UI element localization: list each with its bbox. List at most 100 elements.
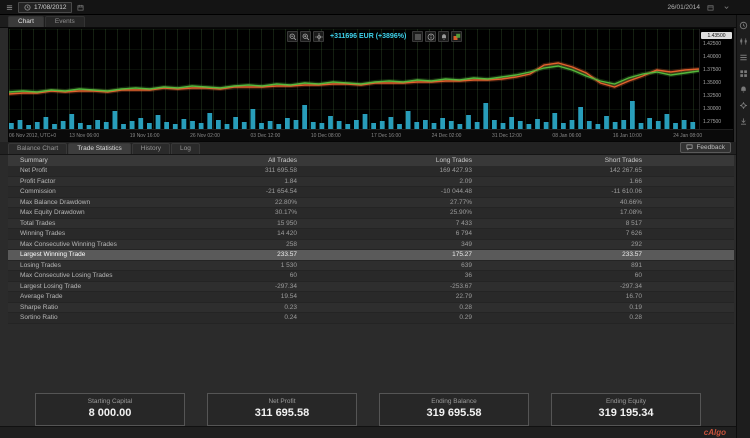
summary-label: Starting Capital [36, 398, 184, 405]
table-row[interactable]: Max Balance Drawdown22.80%27.77%40.66% [8, 198, 734, 209]
price-axis[interactable]: 1.43500 1.42500 1.40000 1.37500 1.35000 1.32… [699, 29, 733, 129]
price-axis-label: 1.35000 [703, 80, 721, 86]
summary-label: Net Profit [208, 398, 356, 405]
chart-icon[interactable] [739, 36, 749, 46]
table-row[interactable]: Max Consecutive Losing Trades603660 [8, 271, 734, 282]
time-axis-label: 17 Dec 16:00 [371, 133, 401, 139]
table-row[interactable]: Max Consecutive Winning Trades258349292 [8, 240, 734, 251]
tab-events[interactable]: Events [45, 16, 85, 27]
table-body: Net Profit311 695.58169 427.93142 267.65… [8, 166, 734, 324]
tab-balance-chart[interactable]: Balance Chart [8, 143, 67, 154]
right-sidebar [736, 15, 750, 438]
calendar-end-icon[interactable] [704, 1, 716, 13]
table-row[interactable]: Net Profit311 695.58169 427.93142 267.65 [8, 166, 734, 177]
time-axis[interactable]: 06 Nov 2012, UTC+0 13 Nov 06:00 19 Nov 16:… [9, 129, 733, 141]
table-row[interactable]: Largest Losing Trade-297.34-253.67-297.3… [8, 282, 734, 293]
price-axis-label: 1.32500 [703, 93, 721, 99]
time-axis-label: 06 Nov 2012, UTC+0 [9, 133, 56, 139]
table-row[interactable]: Sharpe Ratio0.230.280.19 [8, 303, 734, 314]
table-header: Summary All Trades Long Trades Short Tra… [8, 155, 734, 166]
alerts-button[interactable] [438, 31, 449, 42]
summary-box: Ending Equity 319 195.34 [551, 393, 701, 426]
grid-icon[interactable] [739, 68, 749, 78]
chevron-down-icon[interactable] [720, 1, 732, 13]
summary-label: Ending Equity [552, 398, 700, 405]
results-tab-bar: Balance ChartTrade StatisticsHistoryLog … [0, 142, 736, 155]
price-axis-label: 1.37500 [703, 67, 721, 73]
time-axis-label: 19 Nov 16:00 [130, 133, 160, 139]
tab-log[interactable]: Log [171, 143, 200, 154]
table-row[interactable]: Winning Trades14 4206 7947 626 [8, 229, 734, 240]
alerts-icon[interactable] [739, 84, 749, 94]
shapes-button[interactable] [451, 31, 462, 42]
price-axis-label: 1.42500 [703, 41, 721, 47]
view-tabs: Chart Events [0, 15, 736, 28]
calgo-logo: cAlgo [704, 428, 726, 437]
summary-box: Net Profit 311 695.58 [207, 393, 357, 426]
col-summary: Summary [8, 157, 208, 164]
feedback-label: Feedback [696, 144, 725, 151]
summary-value: 311 695.58 [208, 407, 356, 419]
time-axis-label: 26 Nov 02:00 [190, 133, 220, 139]
col-all-trades: All Trades [208, 157, 303, 164]
settings-gear-icon[interactable] [739, 100, 749, 110]
chart-toolbar: +311696 EUR (+3896%) [287, 31, 462, 42]
info-button[interactable] [425, 31, 436, 42]
table-row[interactable]: Total Trades15 9507 4338 517 [8, 219, 734, 230]
backtesting-window: 17/08/2012 26/01/2014 Chart Events [0, 0, 750, 438]
price-axis-label: 1.30000 [703, 106, 721, 112]
summary-box: Ending Balance 319 695.58 [379, 393, 529, 426]
tab-history[interactable]: History [132, 143, 170, 154]
download-icon[interactable] [739, 116, 749, 126]
clock-icon [23, 3, 31, 11]
feedback-button[interactable]: Feedback [680, 142, 731, 153]
table-row[interactable]: Average Trade19.5422.7916.70 [8, 292, 734, 303]
price-axis-label: 1.27500 [703, 119, 721, 125]
backtest-start-date-picker[interactable]: 17/08/2012 [18, 2, 72, 13]
summary-value: 319 695.58 [380, 407, 528, 419]
time-axis-label: 24 Dec 02:00 [432, 133, 462, 139]
table-row[interactable]: Largest Winning Trade233.57175.27233.57 [8, 250, 734, 261]
chart-canvas [9, 29, 699, 129]
chart-panel: +311696 EUR (+3896%) 1.43500 1.42500 1.40… [8, 28, 734, 142]
summary-label: Ending Balance [380, 398, 528, 405]
main-content: Chart Events +311696 EUR (+3896%) [0, 15, 736, 438]
start-date-value: 17/08/2012 [34, 4, 67, 11]
time-axis-label: 10 Dec 08:00 [311, 133, 341, 139]
clock-icon[interactable] [739, 20, 749, 30]
time-axis-label: 03 Dec 12:00 [251, 133, 281, 139]
time-axis-label: 16 Jan 10:00 [613, 133, 642, 139]
equity-gain-label: +311696 EUR (+3896%) [330, 33, 406, 40]
results-tabs: Balance ChartTrade StatisticsHistoryLog [8, 143, 200, 154]
table-row[interactable]: Commission-21 654.54-10 044.48-11 610.06 [8, 187, 734, 198]
zoom-out-button[interactable] [287, 31, 298, 42]
zoom-in-button[interactable] [300, 31, 311, 42]
backtest-end-date[interactable]: 26/01/2014 [667, 4, 700, 11]
menu-icon[interactable] [3, 1, 15, 13]
summary-box: Starting Capital 8 000.00 [35, 393, 185, 426]
table-row[interactable]: Max Equity Drawdown30.17%25.90%17.08% [8, 208, 734, 219]
summary-boxes: Starting Capital 8 000.00 Net Profit 311 69… [35, 393, 701, 426]
time-axis-label: 13 Nov 06:00 [69, 133, 99, 139]
calendar-icon[interactable] [75, 1, 87, 13]
list-button[interactable] [412, 31, 423, 42]
table-row[interactable]: Losing Trades1 530639891 [8, 261, 734, 272]
trade-statistics-table: Summary All Trades Long Trades Short Tra… [8, 155, 734, 324]
current-price-tag: 1.43500 [701, 32, 732, 39]
price-axis-label: 1.40000 [703, 54, 721, 60]
summary-value: 319 195.34 [552, 407, 700, 419]
time-axis-label: 31 Dec 12:00 [492, 133, 522, 139]
col-long-trades: Long Trades [303, 157, 478, 164]
chart-plot-area[interactable] [9, 29, 699, 129]
time-axis-label: 08 Jan 06:00 [552, 133, 581, 139]
speech-bubble-icon [686, 144, 693, 151]
time-axis-label: 24 Jan 08:00 [673, 133, 702, 139]
tab-trade-statistics[interactable]: Trade Statistics [68, 143, 131, 154]
tab-chart[interactable]: Chart [8, 16, 44, 27]
bottom-strip: cAlgo [0, 426, 736, 438]
summary-value: 8 000.00 [36, 407, 184, 419]
table-row[interactable]: Profit Factor1.842.091.66 [8, 177, 734, 188]
table-row[interactable]: Sortino Ratio0.240.290.28 [8, 313, 734, 324]
crosshair-button[interactable] [313, 31, 324, 42]
watchlist-icon[interactable] [739, 52, 749, 62]
